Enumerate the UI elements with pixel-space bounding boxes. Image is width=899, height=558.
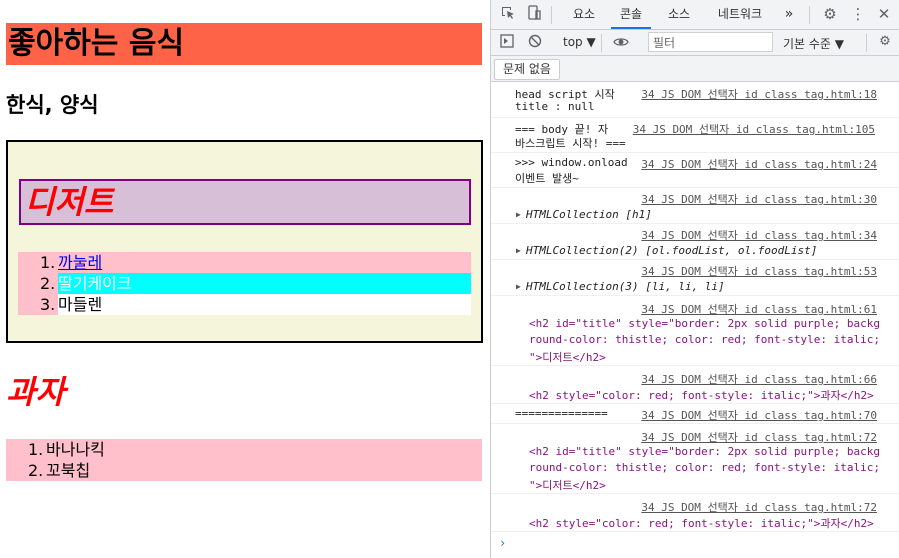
source-link[interactable]: 34 JS DOM 선택자 id class tag.html:34 bbox=[641, 227, 877, 243]
snack-title: 과자 bbox=[6, 373, 65, 411]
issues-button[interactable]: 문제 없음 bbox=[494, 59, 560, 80]
console-message: 34 JS DOM 선택자 id class tag.html:61 <h2 i… bbox=[491, 296, 899, 366]
devtools-panel: 요소 콘솔 소스 네트워크 » ⚙ ⋮ ✕ top ▼ 필터 기본 수준 ▼ ⚙… bbox=[490, 0, 899, 558]
tab-sources[interactable]: 소스 bbox=[661, 0, 697, 29]
eye-icon[interactable] bbox=[613, 34, 629, 50]
console-message: 34 JS DOM 선택자 id class tag.html:72 <h2 i… bbox=[491, 424, 899, 494]
close-icon[interactable]: ✕ bbox=[875, 5, 893, 23]
source-link[interactable]: 34 JS DOM 선택자 id class tag.html:66 bbox=[641, 371, 877, 387]
expand-triangle-icon[interactable]: ▶ bbox=[516, 246, 521, 255]
device-toolbar-icon[interactable] bbox=[525, 5, 543, 23]
list-item: 2. 딸기케이크 bbox=[18, 273, 471, 294]
source-link[interactable]: 34 JS DOM 선택자 id class tag.html:72 bbox=[641, 499, 877, 515]
console-message: head script 시작 title : null 34 JS DOM 선택… bbox=[491, 83, 899, 118]
list-item: 3. 마들렌 bbox=[18, 294, 471, 315]
food-list: 1. 까눌레 2. 딸기케이크 3. 마들렌 bbox=[18, 252, 471, 315]
tab-elements[interactable]: 요소 bbox=[566, 0, 602, 29]
console-message: 34 JS DOM 선택자 id class tag.html:66 <h2 s… bbox=[491, 366, 899, 404]
expand-triangle-icon[interactable]: ▶ bbox=[516, 210, 521, 219]
source-link[interactable]: 34 JS DOM 선택자 id class tag.html:53 bbox=[641, 263, 877, 279]
source-link[interactable]: 34 JS DOM 선택자 id class tag.html:72 bbox=[641, 429, 877, 445]
source-link[interactable]: 34 JS DOM 선택자 id class tag.html:70 bbox=[641, 407, 877, 423]
console-message: ============== 34 JS DOM 선택자 id class ta… bbox=[491, 404, 899, 424]
clear-console-icon[interactable] bbox=[527, 34, 543, 50]
list-item: 1. 바나나킥 bbox=[28, 440, 105, 459]
snack-list: 1. 바나나킥 2. 꼬북칩 bbox=[6, 439, 482, 481]
log-level-select[interactable]: 기본 수준 ▼ bbox=[783, 35, 844, 52]
list-item[interactable]: 1. 까눌레 bbox=[18, 252, 471, 273]
list-item: 2. 꼬북칩 bbox=[28, 461, 91, 480]
source-link[interactable]: 34 JS DOM 선택자 id class tag.html:61 bbox=[641, 301, 877, 317]
filter-input[interactable]: 필터 bbox=[648, 32, 773, 52]
source-link[interactable]: 34 JS DOM 선택자 id class tag.html:18 bbox=[641, 86, 877, 102]
source-link[interactable]: 34 JS DOM 선택자 id class tag.html:24 bbox=[641, 156, 877, 172]
tab-console[interactable]: 콘솔 bbox=[611, 0, 651, 29]
console-message: 34 JS DOM 선택자 id class tag.html:53 ▶ HTM… bbox=[491, 260, 899, 296]
devtools-tabbar: 요소 콘솔 소스 네트워크 » ⚙ ⋮ ✕ bbox=[491, 0, 899, 30]
console-message: 34 JS DOM 선택자 id class tag.html:30 ▶ HTM… bbox=[491, 188, 899, 224]
inspect-icon[interactable] bbox=[499, 5, 517, 23]
console-message: 34 JS DOM 선택자 id class tag.html:72 <h2 s… bbox=[491, 494, 899, 532]
gear-icon[interactable]: ⚙ bbox=[821, 5, 839, 23]
food-item-highlight: 딸기케이크 bbox=[58, 273, 471, 294]
food-item: 마들렌 bbox=[58, 294, 471, 315]
console-message: 34 JS DOM 선택자 id class tag.html:34 ▶ HTM… bbox=[491, 224, 899, 260]
more-tabs-button[interactable]: » bbox=[779, 0, 799, 29]
console-message: === body 끝! 자 바스크립트 시작! === 34 JS DOM 선택… bbox=[491, 118, 899, 153]
console-toolbar: top ▼ 필터 기본 수준 ▼ ⚙ bbox=[491, 30, 899, 56]
source-link[interactable]: 34 JS DOM 선택자 id class tag.html:30 bbox=[641, 191, 877, 207]
context-select[interactable]: top ▼ bbox=[563, 35, 596, 49]
dessert-title: 디저트 bbox=[19, 179, 471, 225]
expand-triangle-icon[interactable]: ▶ bbox=[516, 282, 521, 291]
page-title: 좋아하는 음식 bbox=[6, 23, 482, 65]
browser-page: 좋아하는 음식 한식, 양식 디저트 1. 까눌레 2. 딸기케이크 3. 마들… bbox=[0, 0, 490, 558]
issues-bar: 문제 없음 bbox=[491, 56, 899, 82]
subtitle-heading: 한식, 양식 bbox=[6, 93, 99, 117]
sidebar-toggle-icon[interactable] bbox=[499, 34, 515, 50]
gear-icon[interactable]: ⚙ bbox=[877, 34, 893, 50]
dessert-section: 디저트 1. 까눌레 2. 딸기케이크 3. 마들렌 bbox=[6, 140, 483, 343]
console-prompt[interactable]: › bbox=[499, 536, 506, 550]
console-message: >>> window.onload 이벤트 발생~ 34 JS DOM 선택자 … bbox=[491, 153, 899, 188]
kebab-menu-icon[interactable]: ⋮ bbox=[849, 5, 867, 23]
source-link[interactable]: 34 JS DOM 선택자 id class tag.html:105 bbox=[633, 121, 875, 137]
food-link[interactable]: 까눌레 bbox=[58, 252, 102, 273]
tab-network[interactable]: 네트워크 bbox=[709, 0, 771, 29]
